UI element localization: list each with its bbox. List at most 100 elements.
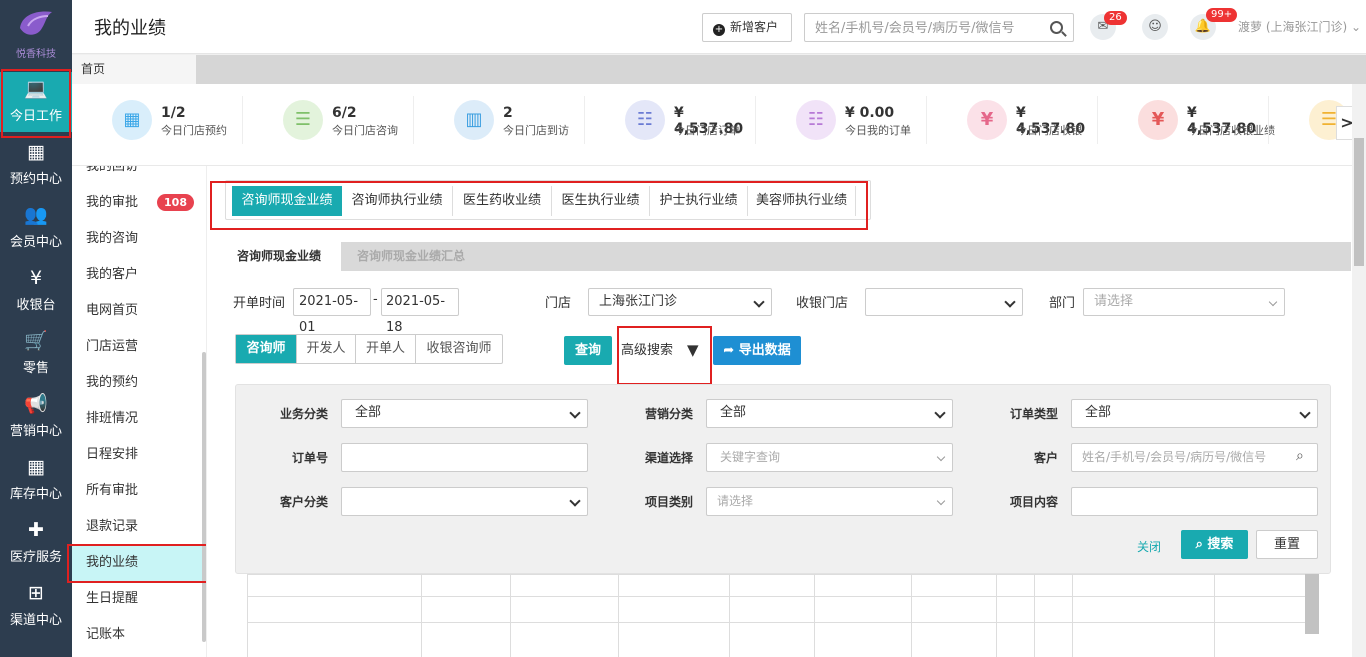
perf-tab[interactable]: 医生执行业绩 — [552, 186, 650, 216]
moneybag-icon: ¥ — [967, 100, 1007, 140]
store-label: 门店 — [545, 296, 572, 311]
triangle-down-icon: ▼ — [687, 341, 699, 359]
contacts-icon[interactable]: ☺ — [1142, 14, 1168, 40]
item-content-input[interactable] — [1071, 487, 1318, 516]
perf-tab[interactable]: 美容师执行业绩 — [748, 186, 856, 216]
global-search-input[interactable] — [815, 19, 1045, 37]
dept-select[interactable]: 请选择 — [1083, 288, 1285, 316]
channel-select[interactable]: 关键字查询 — [706, 443, 953, 472]
item-cat-label: 项目类别 — [644, 495, 693, 509]
search-button[interactable]: ⌕ 搜索 — [1181, 530, 1248, 559]
megaphone-icon: 📢 — [24, 393, 48, 415]
new-customer-button[interactable]: + 新增客户 — [702, 13, 792, 42]
scrollbar-thumb[interactable] — [1354, 138, 1364, 266]
results-table — [247, 574, 1306, 657]
store-icon: ▥ — [454, 100, 494, 140]
stat-card[interactable]: ☷ ¥ 0.00 今日我的订单 — [756, 84, 927, 166]
advanced-search-toggle[interactable]: 高级搜索 ▼ — [621, 336, 709, 365]
stat-card[interactable]: ▦ 1/2 今日门店预约 — [72, 84, 243, 166]
submenu-item[interactable]: 我的咨询 — [72, 221, 206, 257]
reset-button[interactable]: 重置 — [1256, 530, 1318, 559]
subtab-cash-summary[interactable]: 咨询师现金业绩汇总 — [341, 242, 481, 271]
submenu-item[interactable]: 生日提醒 — [72, 581, 206, 617]
main-panel: 咨询师现金业绩 咨询师执行业绩 医生药收业绩 医生执行业绩 护士执行业绩 美容师执行业绩 … — [206, 166, 1352, 657]
date-to-input[interactable]: 2021-05-18 — [381, 288, 459, 335]
stat-card[interactable]: ☷ ¥ 4,537.80 今日门店订单 — [585, 84, 756, 166]
query-button[interactable]: 查询 — [564, 336, 612, 365]
my-order-icon: ☷ — [796, 100, 836, 140]
submenu-item[interactable]: 我的客户 — [72, 257, 206, 293]
nav-item-1[interactable]: ▦ 预约中心 — [0, 135, 72, 195]
nav-item-6[interactable]: ▦ 库存中心 — [0, 450, 72, 510]
item-cat-select[interactable]: 请选择 — [706, 487, 953, 516]
submenu-item[interactable]: 所有审批 — [72, 473, 206, 509]
stat-label: 今日门店收银 — [1016, 124, 1082, 137]
submenu-item[interactable]: 我的业绩 — [72, 545, 206, 581]
perf-tab[interactable]: 咨询师现金业绩 — [232, 186, 342, 216]
perf-tab[interactable]: 医生药收业绩 — [453, 186, 552, 216]
advanced-search-panel: 业务分类 全部 营销分类 全部 订单类型 全部 订单号 渠道选择 关键字查询 客… — [235, 384, 1331, 574]
subtab-cash[interactable]: 咨询师现金业绩 — [217, 242, 341, 271]
cust-type-select[interactable] — [341, 487, 588, 516]
submenu-item[interactable]: 我的回访 — [72, 166, 206, 185]
export-button[interactable]: ➦ 导出数据 — [713, 336, 801, 365]
submenu-item[interactable]: 门店运营 — [72, 329, 206, 365]
marketing-select[interactable]: 全部 — [706, 399, 953, 428]
cashier-store-select[interactable] — [865, 288, 1023, 316]
role-segment-item[interactable]: 收银咨询师 — [416, 335, 502, 363]
sub-tab-bar: 咨询师现金业绩 咨询师现金业绩汇总 — [217, 242, 1351, 271]
customer-search-input[interactable]: 姓名/手机号/会员号/病历号/微信号 — [1071, 443, 1318, 472]
biz-type-select[interactable]: 全部 — [341, 399, 588, 428]
stat-card[interactable]: ¥ ¥ 4,537.80 今日门店收银业绩 — [1098, 84, 1275, 166]
sub-menu: 我的回访 我的审批 108 我的咨询 我的客户 电网首页 门店运营 我的预约 排班情况 日程安排所… — [72, 166, 206, 657]
chevron-down-icon: ⌄ — [1351, 20, 1362, 34]
perf-tab[interactable]: 护士执行业绩 — [650, 186, 748, 216]
stat-label: 今日我的订单 — [845, 124, 911, 137]
submenu-item-label: 门店运营 — [86, 339, 139, 354]
stat-value: 1/2 — [161, 105, 186, 121]
stat-card[interactable]: ▥ 2 今日门店到访 — [414, 84, 585, 166]
date-from-input[interactable]: 2021-05-01 — [293, 288, 371, 335]
members-icon: 👥 — [24, 204, 48, 226]
nav-item-7[interactable]: ✚ 医疗服务 — [0, 513, 72, 573]
laptop-icon: 💻 — [24, 78, 48, 100]
search-icon[interactable] — [1050, 21, 1063, 34]
submenu-item-label: 所有审批 — [86, 483, 139, 498]
performance-tabs: 咨询师现金业绩 咨询师执行业绩 医生药收业绩 医生执行业绩 护士执行业绩 美容师执行业绩 — [225, 180, 871, 220]
submenu-item[interactable]: 日程安排 — [72, 437, 206, 473]
role-segment-item[interactable]: 咨询师 — [236, 335, 297, 363]
table-scrollbar[interactable] — [1305, 574, 1319, 634]
stat-card[interactable]: ☰ 6/2 今日门店咨询 — [243, 84, 414, 166]
stat-card[interactable]: ¥ ¥ 4,537.80 今日门店收银 — [927, 84, 1098, 166]
submenu-item[interactable]: 排班情况 — [72, 401, 206, 437]
submenu-item[interactable]: 电网首页 — [72, 293, 206, 329]
order-type-label: 订单类型 — [1009, 407, 1058, 421]
brand-logo-icon — [20, 11, 52, 35]
user-menu[interactable]: 渡萝 (上海张江门诊) ⌄ — [1238, 18, 1361, 35]
order-no-input[interactable] — [341, 443, 588, 472]
nav-item-2[interactable]: 👥 会员中心 — [0, 198, 72, 258]
tab-home[interactable]: 首页 — [72, 55, 196, 84]
page-scrollbar[interactable] — [1352, 84, 1366, 657]
nav-item-4[interactable]: 🛒 零售 — [0, 324, 72, 384]
nav-item-5[interactable]: 📢 营销中心 — [0, 387, 72, 447]
stat-label: 今日门店到访 — [503, 124, 569, 137]
role-segment-item[interactable]: 开单人 — [356, 335, 416, 363]
perf-tab[interactable]: 咨询师执行业绩 — [342, 186, 453, 216]
submenu-item-label: 退款记录 — [86, 519, 139, 534]
submenu-item[interactable]: 记账本 — [72, 617, 206, 653]
nav-item-0[interactable]: 💻 今日工作 — [0, 72, 72, 132]
close-link[interactable]: 关闭 — [1137, 538, 1161, 555]
nav-item-label: 预约中心 — [9, 172, 62, 187]
submenu-item[interactable]: 我的预约 — [72, 365, 206, 401]
search-icon[interactable]: ⌕ — [1296, 448, 1304, 464]
store-select[interactable]: 上海张江门诊 — [588, 288, 772, 316]
nav-item-8[interactable]: ⊞ 渠道中心 — [0, 576, 72, 636]
stat-label: 今日门店咨询 — [332, 124, 398, 137]
order-type-select[interactable]: 全部 — [1071, 399, 1318, 428]
nav-item-3[interactable]: ¥ 收银台 — [0, 261, 72, 321]
yen-icon: ¥ — [29, 267, 43, 289]
role-segment-item[interactable]: 开发人 — [297, 335, 356, 363]
submenu-item[interactable]: 退款记录 — [72, 509, 206, 545]
user-name: 渡萝 (上海张江门诊) — [1238, 20, 1348, 34]
